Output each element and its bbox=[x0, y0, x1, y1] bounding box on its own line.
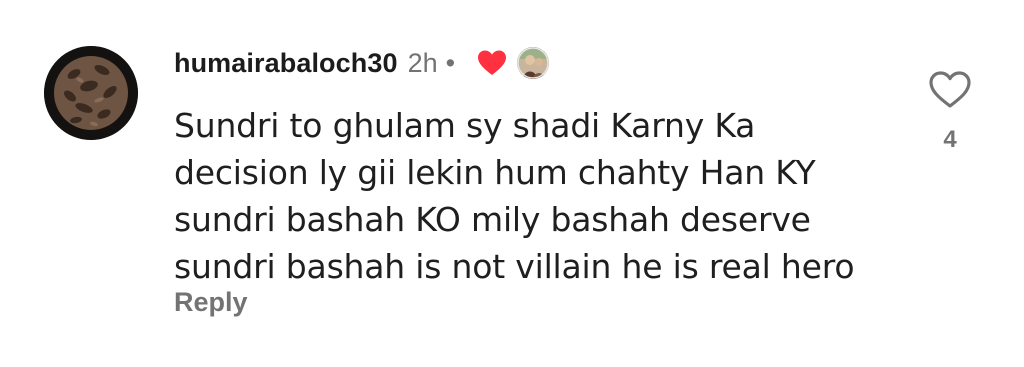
like-control: 4 bbox=[926, 70, 974, 154]
comment-body: humairabaloch30 2h • Sundri to ghulam sy… bbox=[174, 40, 894, 290]
red-heart-icon bbox=[477, 49, 507, 77]
comment-text: Sundri to ghulam sy shadi Karny Ka decis… bbox=[174, 102, 894, 290]
liker-avatar bbox=[517, 47, 550, 79]
comment-meta: humairabaloch30 2h • bbox=[174, 40, 894, 86]
heart-outline-icon[interactable] bbox=[928, 70, 972, 110]
comment-text-line: sundri bashah is not villain he is real … bbox=[174, 247, 855, 286]
reply-button[interactable]: Reply bbox=[174, 287, 248, 318]
separator-dot: • bbox=[445, 47, 456, 78]
user-avatar[interactable] bbox=[44, 46, 138, 140]
timestamp[interactable]: 2h bbox=[408, 48, 438, 79]
comment-text-line: decision ly gii lekin hum chahty Han KY bbox=[174, 153, 816, 192]
comment: humairabaloch30 2h • Sundri to ghulam sy… bbox=[0, 0, 1024, 367]
like-count[interactable]: 4 bbox=[926, 126, 974, 154]
comment-text-line: Sundri to ghulam sy shadi Karny Ka bbox=[174, 106, 756, 145]
comment-text-line: sundri bashah KO mily bashah deserve bbox=[174, 200, 811, 239]
username-link[interactable]: humairabaloch30 bbox=[174, 48, 398, 79]
